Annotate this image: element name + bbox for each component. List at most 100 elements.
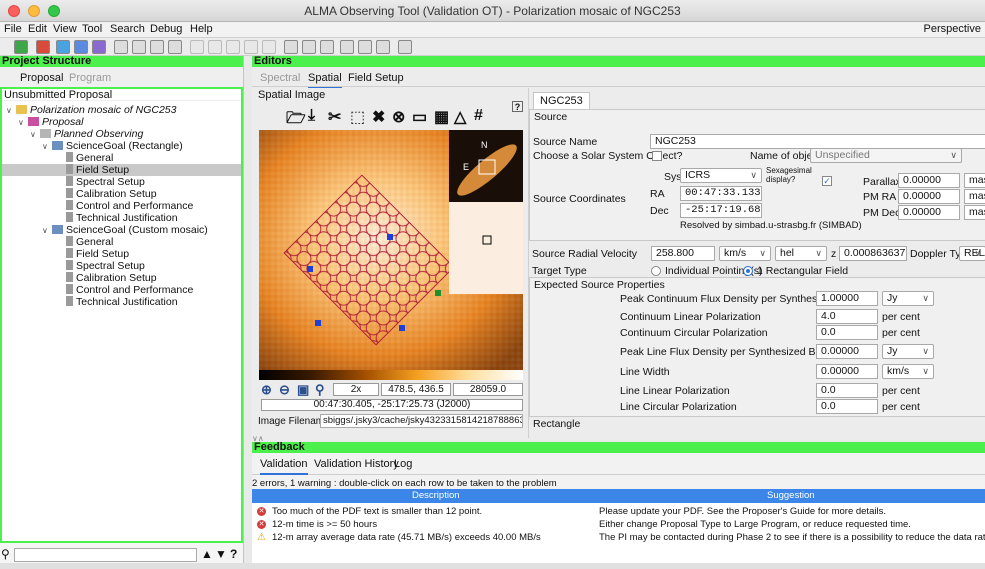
image-filename-field[interactable]: sbiggs/.jsky3/cache/jsky4323315814218788… bbox=[320, 414, 523, 428]
pattern-icon[interactable]: ▦ bbox=[434, 107, 449, 127]
handle-bottom-right[interactable] bbox=[399, 325, 405, 331]
tree-node-calibration-setup[interactable]: Calibration Setup bbox=[66, 188, 157, 200]
toolbar-doc-icon[interactable] bbox=[302, 40, 316, 54]
toolbar-import-icon[interactable] bbox=[168, 40, 182, 54]
z-input[interactable]: 0.000863637 bbox=[839, 246, 907, 261]
tree-node-field-setup[interactable]: Field Setup bbox=[66, 248, 129, 260]
individual-pointing-radio[interactable] bbox=[651, 266, 661, 276]
sexagesimal-checkbox[interactable]: ✓ bbox=[822, 176, 832, 186]
toolbar-open-icon[interactable] bbox=[114, 40, 128, 54]
property-value-input[interactable]: 0.0 bbox=[816, 383, 878, 398]
tree-node-technical-justification[interactable]: Technical Justification bbox=[66, 296, 178, 308]
source-name-input[interactable]: NGC253 bbox=[650, 134, 985, 149]
tree-node-control-performance[interactable]: Control and Performance bbox=[66, 284, 193, 296]
toolbar-red-icon[interactable] bbox=[36, 40, 50, 54]
toolbar-green-icon[interactable] bbox=[14, 40, 28, 54]
tab-validation-history[interactable]: Validation History bbox=[314, 458, 399, 470]
pmdec-input[interactable]: 0.00000 bbox=[898, 205, 960, 220]
search-next-button[interactable]: ▼ bbox=[215, 547, 227, 561]
toolbar-prev-icon[interactable] bbox=[358, 40, 372, 54]
toolbar-list-icon[interactable] bbox=[284, 40, 298, 54]
table-row[interactable]: ⚠ 12-m array average data rate (45.71 MB/… bbox=[252, 531, 985, 544]
rectangular-field-label[interactable]: 1 Rectangular Field bbox=[757, 265, 848, 277]
toolbar-help-icon[interactable] bbox=[74, 40, 88, 54]
property-value-input[interactable]: 0.0 bbox=[816, 399, 878, 414]
rectangle-icon[interactable]: ▭ bbox=[412, 107, 427, 127]
colorbar[interactable] bbox=[259, 370, 523, 380]
tree-node-planned-observing[interactable]: ∨ Planned Observing bbox=[30, 128, 143, 140]
contour-icon[interactable]: △ bbox=[454, 107, 466, 127]
velocity-frame-select[interactable]: hel bbox=[775, 246, 827, 261]
tree-node-general[interactable]: General bbox=[66, 236, 113, 248]
doppler-select[interactable]: RELATI bbox=[959, 246, 985, 261]
tab-log[interactable]: Log bbox=[394, 458, 412, 470]
pmra-input[interactable]: 0.00000 bbox=[898, 189, 960, 204]
download-icon[interactable]: ⤓ bbox=[308, 107, 315, 125]
tree-node-proposal-root[interactable]: ∨ Polarization mosaic of NGC253 bbox=[6, 104, 176, 116]
parallax-unit[interactable]: mas bbox=[964, 173, 985, 188]
tree-node-control-performance[interactable]: Control and Performance bbox=[66, 200, 193, 212]
grid-icon[interactable]: # bbox=[474, 107, 483, 125]
tree-node-calibration-setup[interactable]: Calibration Setup bbox=[66, 272, 157, 284]
sky-image[interactable]: N E bbox=[259, 130, 523, 370]
scissors-icon[interactable]: ✂ bbox=[328, 107, 341, 127]
property-unit-select[interactable]: Jy bbox=[882, 344, 934, 359]
tab-spatial[interactable]: Spatial bbox=[308, 72, 342, 89]
zoom-out-icon[interactable]: ⊖ bbox=[279, 382, 290, 398]
menu-search[interactable]: Search bbox=[110, 23, 145, 35]
property-value-input[interactable]: 1.00000 bbox=[816, 291, 878, 306]
tree-node-spectral-setup[interactable]: Spectral Setup bbox=[66, 260, 145, 272]
menu-help[interactable]: Help bbox=[190, 23, 213, 35]
tab-field-setup[interactable]: Field Setup bbox=[348, 72, 404, 84]
tree-node-sciencegoal-rectangle[interactable]: ∨ ScienceGoal (Rectangle) bbox=[42, 140, 183, 152]
tree-node-spectral-setup[interactable]: Spectral Setup bbox=[66, 176, 145, 188]
tree-node-sciencegoal-custom[interactable]: ∨ ScienceGoal (Custom mosaic) bbox=[42, 224, 208, 236]
chevron-down-icon[interactable]: ∨ bbox=[18, 117, 28, 129]
zoom-fit-icon[interactable]: ▣ bbox=[297, 382, 309, 398]
column-suggestion[interactable]: Suggestion bbox=[767, 489, 815, 503]
toolbar-purple-icon[interactable] bbox=[92, 40, 106, 54]
solar-system-checkbox[interactable] bbox=[652, 151, 662, 161]
menu-debug[interactable]: Debug bbox=[150, 23, 182, 35]
ra-input[interactable]: 00:47:33.1339 bbox=[680, 186, 762, 201]
tab-spectral[interactable]: Spectral bbox=[260, 72, 300, 84]
pmra-unit[interactable]: mas/ bbox=[964, 189, 985, 204]
tab-program[interactable]: Program bbox=[69, 72, 111, 84]
toolbar-gear-icon[interactable] bbox=[320, 40, 334, 54]
chevron-down-icon[interactable]: ∨ bbox=[42, 141, 52, 153]
velocity-input[interactable]: 258.800 bbox=[651, 246, 715, 261]
tab-ngc253[interactable]: NGC253 bbox=[533, 92, 590, 109]
rectangular-field-radio[interactable] bbox=[743, 266, 753, 276]
sky-image-canvas[interactable]: N E bbox=[259, 130, 523, 370]
zoom-in-icon[interactable]: ⊕ bbox=[261, 382, 272, 398]
handle-left[interactable] bbox=[307, 266, 313, 272]
toolbar-save-as-icon[interactable] bbox=[150, 40, 164, 54]
system-select[interactable]: ICRS bbox=[680, 168, 762, 183]
chevron-down-icon[interactable]: ∨ bbox=[30, 129, 40, 141]
pmdec-unit[interactable]: mas/ bbox=[964, 205, 985, 220]
tree-node-field-setup-selected[interactable]: Field Setup bbox=[2, 164, 241, 176]
tab-validation[interactable]: Validation bbox=[260, 458, 308, 475]
handle-top[interactable] bbox=[387, 234, 393, 240]
search-prev-button[interactable]: ▲ bbox=[201, 547, 213, 561]
search-help-button[interactable]: ? bbox=[230, 547, 237, 561]
tree-node-technical-justification[interactable]: Technical Justification bbox=[66, 212, 178, 224]
property-value-input[interactable]: 0.00000 bbox=[816, 364, 878, 379]
delete-icon[interactable]: ✖ bbox=[372, 107, 385, 127]
circle-x-icon[interactable]: ⊗ bbox=[392, 107, 405, 127]
property-value-input[interactable]: 0.0 bbox=[816, 325, 878, 340]
zoom-reset-icon[interactable]: ⚲ bbox=[315, 382, 325, 398]
table-row[interactable]: ✕ 12-m time is >= 50 hours Either change P… bbox=[252, 518, 985, 531]
property-value-input[interactable]: 0.00000 bbox=[816, 344, 878, 359]
toolbar-next-icon[interactable] bbox=[376, 40, 390, 54]
chevron-down-icon[interactable]: ∨ bbox=[6, 105, 16, 117]
tree-node-proposal[interactable]: ∨ Proposal bbox=[18, 116, 83, 128]
overview-thumbnail[interactable]: N E bbox=[449, 130, 523, 202]
dec-input[interactable]: -25:17:19.680 bbox=[680, 203, 762, 218]
select-rect-icon[interactable]: ⬚ bbox=[350, 107, 365, 127]
menu-perspective[interactable]: Perspective bbox=[924, 23, 981, 35]
panel-divider[interactable]: ∨∧ bbox=[252, 434, 985, 443]
column-description[interactable]: Description bbox=[412, 489, 460, 503]
tree-search-input[interactable] bbox=[14, 548, 197, 562]
parallax-input[interactable]: 0.00000 bbox=[898, 173, 960, 188]
